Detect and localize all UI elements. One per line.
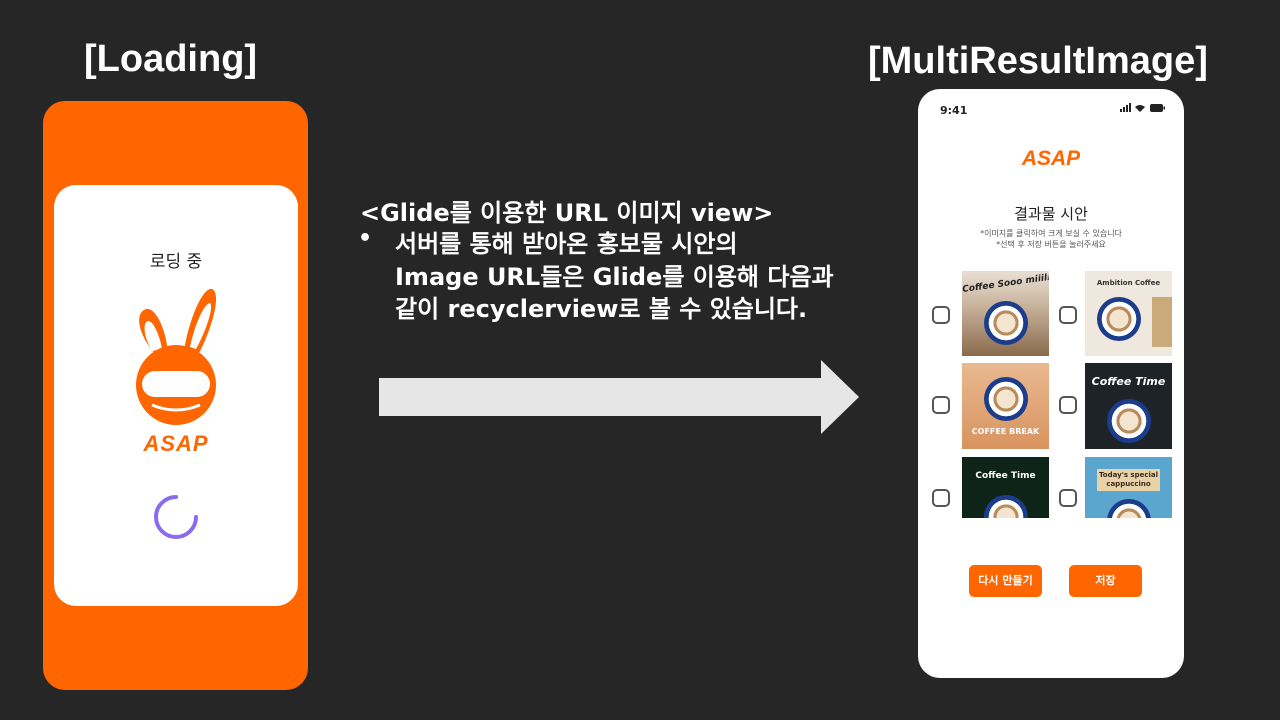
description-line: Image URL들은 Glide를 이용해 다음과 [395,263,834,291]
remake-button[interactable]: 다시 만들기 [969,565,1042,597]
coffee-cup-image [1106,399,1151,443]
result-title: 결과물 시안 [1014,205,1088,223]
save-button[interactable]: 저장 [1069,565,1142,597]
thumbnail-label: Today's special cappuccino [1097,469,1160,491]
result-thumbnail[interactable]: Ambition Coffee [1085,271,1172,356]
select-checkbox[interactable] [1059,489,1077,507]
result-phone: 9:41 ASAP 결과물 시안 *이미지를 클릭하여 크게 보실 수 있습니다… [918,89,1184,678]
status-time: 9:41 [940,104,968,117]
loading-text: 로딩 중 [149,252,203,272]
select-checkbox[interactable] [1059,306,1077,324]
thumbnail-label: Coffee Time [975,471,1036,481]
hint-text: *이미지를 클릭하여 크게 보실 수 있습니다 [980,229,1122,238]
bullet: • [358,226,373,251]
result-thumbnail[interactable]: Today's special cappuccino [1085,457,1172,518]
loading-card: 로딩 중 ASAP [54,185,298,606]
thumbnail-label: Coffee Time [1091,375,1166,388]
result-thumbnail[interactable]: Coffee Time [1085,363,1172,449]
loading-heading: [Loading] [84,38,258,80]
coffee-cup-image [983,377,1028,421]
loading-spinner-icon [154,495,198,539]
description-line: 같이 recyclerview로 볼 수 있습니다. [395,295,808,323]
description-line: 서버를 통해 받아온 홍보물 시안의 [395,230,738,258]
thumbnail-label: COFFEE BREAK [971,427,1040,436]
multi-result-heading: [MultiResultImage] [868,40,1208,82]
hint-text: *선택 후 저장 버튼을 눌러주세요 [996,240,1106,249]
asap-logo-small: ASAP [143,431,209,456]
result-thumbnail[interactable]: Coffee Sooo miiilk [962,271,1049,356]
select-checkbox[interactable] [932,306,950,324]
coffee-cup-image [1096,297,1141,341]
result-thumbnail[interactable]: Coffee Time [962,457,1049,518]
thumbnail-label: Coffee Sooo miiilk [962,272,1049,296]
description-title: <Glide를 이용한 URL 이미지 view> [360,199,774,227]
select-checkbox[interactable] [1059,396,1077,414]
thumbnail-label: Ambition Coffee [1096,279,1161,287]
coffee-cup-image [983,301,1028,345]
select-checkbox[interactable] [932,489,950,507]
bunny-logo-icon [136,288,217,425]
status-bar-icons [1120,103,1165,112]
coffee-cup-image [1106,499,1151,518]
select-checkbox[interactable] [932,396,950,414]
asap-logo: ASAP [1021,147,1081,170]
coffee-bag-image [1152,297,1172,347]
result-thumbnail[interactable]: COFFEE BREAK [962,363,1049,449]
loading-phone: 로딩 중 ASAP [43,101,308,690]
coffee-cup-image [983,495,1028,518]
right-arrow-icon [379,360,859,434]
